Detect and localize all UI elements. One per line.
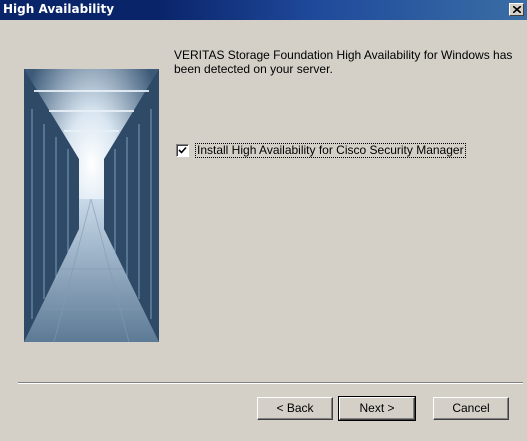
title-bar[interactable]: High Availability [0,0,527,20]
close-button[interactable] [509,3,524,16]
install-ha-option[interactable]: Install High Availability for Cisco Secu… [176,143,466,158]
next-button[interactable]: Next > [338,396,416,421]
check-icon [178,146,187,154]
dialog-window: High Availability VERITAS Storage Founda… [0,0,527,441]
detection-message: VERITAS Storage Foundation High Availabi… [174,48,513,76]
separator [18,382,523,384]
server-room-image [24,69,159,342]
install-ha-checkbox[interactable] [176,144,189,157]
window-title: High Availability [3,2,115,16]
cancel-button[interactable]: Cancel [433,397,509,420]
install-ha-label[interactable]: Install High Availability for Cisco Secu… [195,143,466,158]
close-icon [512,6,521,13]
back-button[interactable]: < Back [257,397,333,420]
